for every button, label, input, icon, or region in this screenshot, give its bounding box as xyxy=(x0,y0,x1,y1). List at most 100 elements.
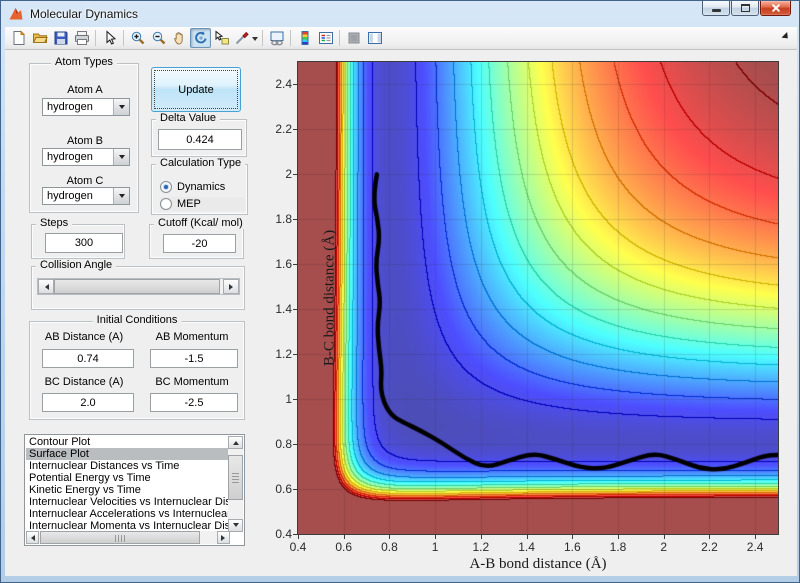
hscroll-thumb[interactable] xyxy=(40,531,200,544)
insert-legend-button[interactable] xyxy=(315,28,336,48)
ab-momentum-field[interactable] xyxy=(150,349,238,368)
x-tick-mark xyxy=(755,535,757,539)
toolbar-separator xyxy=(95,30,96,46)
radio-dynamics[interactable]: Dynamics xyxy=(160,180,245,194)
toolbar-overflow-arrow[interactable] xyxy=(781,31,794,45)
delta-value-field[interactable] xyxy=(158,129,242,150)
collision-angle-panel: Collision Angle xyxy=(31,259,245,310)
bc-distance-field[interactable] xyxy=(42,393,134,412)
show-plot-tools-button[interactable] xyxy=(364,28,385,48)
atom-b-label: Atom B xyxy=(66,135,104,147)
initial-conditions-panel: Initial Conditions AB Distance (A) AB Mo… xyxy=(29,314,245,420)
vscroll-down-arrow[interactable] xyxy=(228,519,243,532)
chevron-down-icon xyxy=(118,155,125,162)
maximize-icon xyxy=(740,4,750,12)
pes-canvas[interactable] xyxy=(298,62,778,534)
pan-button[interactable] xyxy=(169,28,190,48)
titlebar[interactable]: Molecular Dynamics xyxy=(1,1,799,27)
bc-momentum-label: BC Momentum xyxy=(155,376,229,388)
list-hscrollbar[interactable] xyxy=(26,531,230,544)
radio-mep[interactable]: MEP xyxy=(160,197,245,211)
slider-left-arrow[interactable] xyxy=(38,279,54,294)
hscroll-left-arrow[interactable] xyxy=(26,531,39,544)
list-item[interactable]: Internuclear Distances vs Time xyxy=(26,460,228,472)
vscroll-up-arrow[interactable] xyxy=(228,436,243,449)
brush-data-button[interactable] xyxy=(232,28,259,48)
bc-momentum-field[interactable] xyxy=(150,393,238,412)
zoom-out-button[interactable] xyxy=(148,28,169,48)
minimize-icon xyxy=(711,8,721,12)
atom-b-dropdown[interactable]: hydrogen xyxy=(42,148,130,166)
list-item[interactable]: Surface Plot xyxy=(26,448,228,460)
x-tick-label: 2.2 xyxy=(701,540,718,554)
y-tick-label: 1.2 xyxy=(275,347,292,362)
x-tick-label: 0.4 xyxy=(289,540,307,554)
y-tick-mark xyxy=(293,84,297,86)
plot-type-listbox[interactable]: Contour Plot Surface Plot Internuclear Dis… xyxy=(24,434,245,546)
hscroll-right-arrow[interactable] xyxy=(217,531,230,544)
open-file-icon xyxy=(32,33,48,43)
x-tick-mark xyxy=(709,535,711,539)
save-figure-button[interactable] xyxy=(50,28,71,48)
plot-type-list-items: Contour Plot Surface Plot Internuclear Dis… xyxy=(26,436,228,531)
y-tick-mark xyxy=(293,174,297,176)
chevron-down-icon xyxy=(118,105,125,112)
y-tick-mark xyxy=(293,489,297,491)
vscroll-thumb[interactable] xyxy=(228,455,243,500)
atom-a-dropdown[interactable]: hydrogen xyxy=(42,98,130,116)
dropdown-button[interactable] xyxy=(113,188,129,204)
list-item[interactable]: Internuclear Accelerations vs Internucle… xyxy=(26,508,228,520)
minimize-button[interactable] xyxy=(702,1,730,16)
collision-angle-slider[interactable] xyxy=(37,278,240,295)
ab-distance-label: AB Distance (A) xyxy=(44,331,124,343)
update-button[interactable]: Update xyxy=(151,67,241,112)
dropdown-button[interactable] xyxy=(113,149,129,165)
x-tick-mark xyxy=(389,535,391,539)
steps-field[interactable] xyxy=(45,233,123,253)
list-vscrollbar[interactable] xyxy=(228,436,243,532)
left-arrow-icon xyxy=(28,534,35,541)
link-plot-button[interactable] xyxy=(266,28,287,48)
window-title: Molecular Dynamics xyxy=(30,7,139,21)
ab-distance-field[interactable] xyxy=(42,349,134,368)
list-item[interactable]: Contour Plot xyxy=(26,436,228,448)
list-item[interactable]: Kinetic Energy vs Time xyxy=(26,484,228,496)
x-tick-label: 1 xyxy=(431,540,439,554)
edit-plot-button[interactable] xyxy=(99,28,120,48)
y-tick-mark xyxy=(293,219,297,221)
cutoff-field[interactable] xyxy=(163,234,236,253)
y-tick-label: 1 xyxy=(285,392,292,407)
list-item[interactable]: Potential Energy vs Time xyxy=(26,472,228,484)
new-file-button[interactable] xyxy=(8,28,29,48)
hide-plot-tools-icon xyxy=(348,32,359,44)
close-button[interactable] xyxy=(760,1,791,16)
atom-c-dropdown[interactable]: hydrogen xyxy=(42,187,130,205)
y-tick-label: 0.4 xyxy=(275,527,292,541)
list-item[interactable]: Internuclear Velocities vs Internuclear … xyxy=(26,496,228,508)
y-tick-label: 2.4 xyxy=(275,77,292,92)
print-figure-icon xyxy=(74,31,89,45)
rotate-3d-button[interactable] xyxy=(190,28,211,48)
app-window: Molecular Dynamics Atom Types Atom A hydr… xyxy=(0,0,800,583)
radio-label: MEP xyxy=(177,198,201,210)
list-item[interactable]: Internuclear Momenta vs Internuclear Dis… xyxy=(26,520,228,531)
insert-colorbar-button[interactable] xyxy=(294,28,315,48)
x-tick-label: 1.6 xyxy=(563,540,581,554)
slider-right-arrow[interactable] xyxy=(223,279,239,294)
open-file-button[interactable] xyxy=(29,28,50,48)
zoom-in-button[interactable] xyxy=(127,28,148,48)
slider-thumb[interactable] xyxy=(54,279,220,294)
radio-unselected-icon xyxy=(160,198,172,210)
cutoff-title: Cutoff (Kcal/ mol) xyxy=(154,217,247,229)
x-tick-label: 0.8 xyxy=(381,540,398,554)
maximize-button[interactable] xyxy=(731,1,759,16)
data-cursor-button[interactable] xyxy=(211,28,232,48)
radio-label: Dynamics xyxy=(177,181,226,193)
hide-plot-tools-button[interactable] xyxy=(343,28,364,48)
y-tick-mark xyxy=(293,444,297,446)
print-figure-button[interactable] xyxy=(71,28,92,48)
y-tick-label: 1.8 xyxy=(275,212,292,227)
y-tick-mark xyxy=(293,534,297,535)
dropdown-button[interactable] xyxy=(113,99,129,115)
y-axis-label: B-C bond distance (Å) xyxy=(321,229,338,367)
